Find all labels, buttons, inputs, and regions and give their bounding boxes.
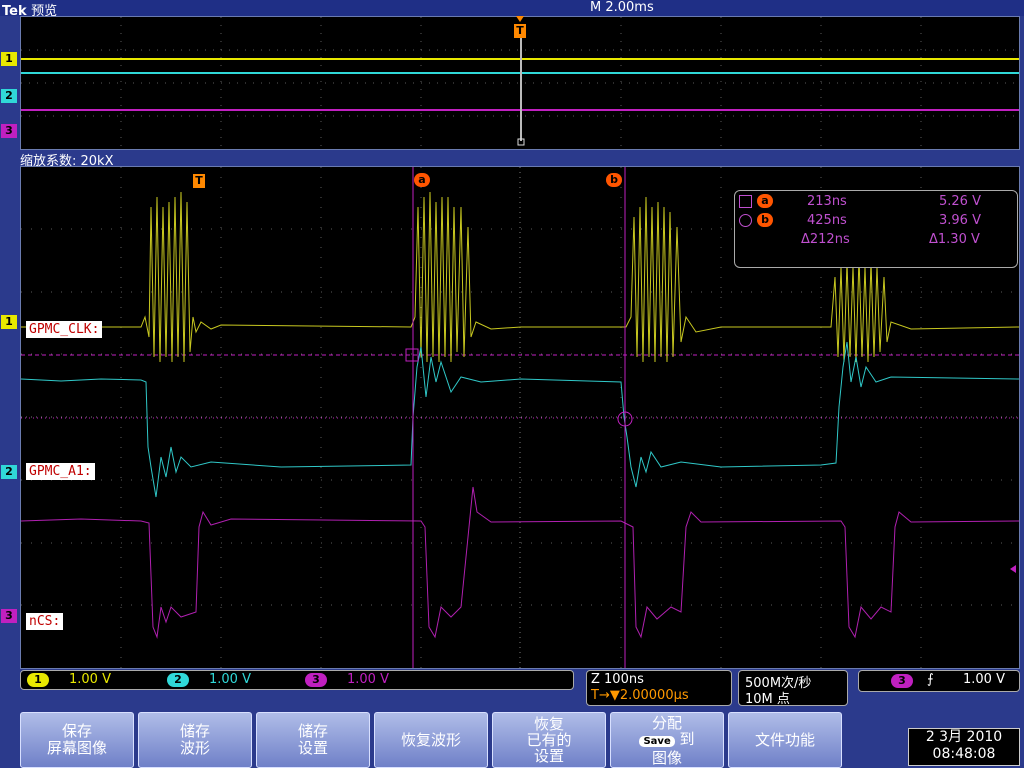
ch3-level-marker	[1010, 565, 1016, 573]
assign-save-button[interactable]: 分配 Save 到 图像	[610, 712, 724, 768]
readout-a-time: 213ns	[807, 194, 847, 209]
save-key-icon: Save	[639, 735, 675, 747]
ch2-marker[interactable]: 2	[1, 465, 17, 479]
ch3-scale[interactable]: 1.00 V	[347, 672, 389, 687]
rising-edge-icon: ⨍	[927, 672, 934, 687]
recall-waveform-button[interactable]: 恢复波形	[374, 712, 488, 768]
ch1-scale-badge[interactable]: 1	[27, 673, 49, 687]
date-text: 2 3月 2010	[925, 729, 1003, 745]
time-text: 08:48:08	[932, 746, 996, 762]
ch3-scale-badge[interactable]: 3	[305, 673, 327, 687]
save-waveform-button[interactable]: 储存 波形	[138, 712, 252, 768]
cursor-b-marker[interactable]: b	[606, 173, 622, 187]
softkey-line: 文件功能	[754, 730, 815, 749]
zoom-scale: Z 100ns	[591, 672, 644, 687]
softkey-line: Save 到	[611, 731, 723, 750]
preview-ch3-marker[interactable]: 3	[1, 124, 17, 138]
cursor-readout: a 213ns 5.26 V b 425ns 3.96 V Δ212ns Δ1.…	[734, 190, 1018, 268]
preview-trigger-arrow	[516, 16, 524, 22]
trigger-source-badge: 3	[891, 674, 913, 688]
ch2-scale[interactable]: 1.00 V	[209, 672, 251, 687]
softkey-line: 恢复	[533, 715, 564, 733]
file-utilities-button[interactable]: 文件功能	[728, 712, 842, 768]
preview-ch1-marker[interactable]: 1	[1, 52, 17, 66]
datetime-box: 2 3月 2010 08:48:08	[908, 728, 1020, 766]
cursor-b-circle-icon	[739, 214, 752, 227]
softkey-line: 储存	[179, 722, 210, 740]
trigger-marker[interactable]: T	[193, 174, 205, 188]
preview-ch2-marker[interactable]: 2	[1, 89, 17, 103]
cursor-a-marker[interactable]: a	[414, 173, 430, 187]
cursor-a-square-icon	[739, 195, 752, 208]
preview-trigger-marker[interactable]: T	[514, 24, 526, 38]
readout-b-volt: 3.96 V	[939, 213, 981, 228]
acquisition-box[interactable]: 500M次/秒 10M 点	[738, 670, 848, 707]
softkey-line: 恢复波形	[400, 730, 461, 749]
softkey-line: 已有的	[526, 731, 572, 749]
readout-b-marker: b	[757, 213, 773, 227]
ch2-scale-badge[interactable]: 2	[167, 673, 189, 687]
ch1-scale[interactable]: 1.00 V	[69, 672, 111, 687]
softkey-line: 设置	[533, 747, 564, 765]
softkey-line: 设置	[297, 739, 328, 757]
readout-b-time: 425ns	[807, 213, 847, 228]
trace-ch2	[21, 341, 1019, 498]
signal-label-ch1: GPMC_CLK:	[26, 321, 103, 338]
timebase-readout: M 2.00ms	[590, 0, 654, 15]
readout-a-marker: a	[757, 194, 773, 208]
recall-setup-button[interactable]: 恢复 已有的 设置	[492, 712, 606, 768]
softkey-line: 分配	[651, 713, 682, 732]
softkey-line: 储存	[297, 722, 328, 740]
signal-label-ch2: GPMC_A1:	[26, 463, 95, 480]
zoom-timebase-box[interactable]: Z 100ns T→▼2.00000μs	[586, 670, 732, 706]
softkey-line: 图像	[651, 748, 682, 767]
top-status-bar	[0, 0, 1024, 16]
channel-scale-bar: 1 1.00 V 2 1.00 V 3 1.00 V	[20, 670, 574, 690]
softkey-line: 屏幕图像	[46, 739, 107, 757]
trigger-level: 1.00 V	[963, 672, 1005, 687]
trigger-box[interactable]: 3 ⨍ 1.00 V	[858, 670, 1020, 692]
save-setup-button[interactable]: 储存 设置	[256, 712, 370, 768]
signal-label-ch3: nCS:	[26, 613, 64, 630]
save-screen-image-button[interactable]: 保存 屏幕图像	[20, 712, 134, 768]
softkey-line: 波形	[179, 739, 210, 757]
record-length: 10M 点	[745, 692, 790, 707]
readout-delta-time: Δ212ns	[801, 232, 850, 247]
readout-a-volt: 5.26 V	[939, 194, 981, 209]
softkey-line: 保存	[61, 722, 92, 740]
ch1-marker[interactable]: 1	[1, 315, 17, 329]
trigger-position: T→▼2.00000μs	[591, 688, 689, 703]
ch3-marker[interactable]: 3	[1, 609, 17, 623]
readout-delta-volt: Δ1.30 V	[929, 232, 980, 247]
